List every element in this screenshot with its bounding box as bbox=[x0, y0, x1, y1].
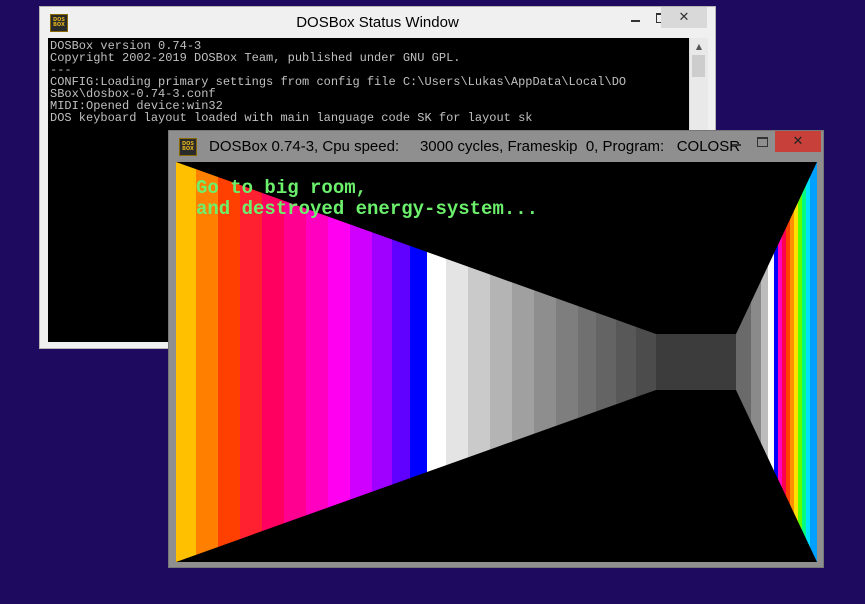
wall-stripe bbox=[782, 227, 786, 497]
wall-stripe bbox=[761, 266, 768, 458]
wall-stripe bbox=[736, 302, 751, 422]
wall-stripe bbox=[350, 224, 372, 500]
wall-stripe bbox=[778, 236, 782, 488]
back-wall bbox=[656, 334, 736, 390]
maximize-icon bbox=[756, 136, 768, 147]
wall-stripe bbox=[284, 200, 306, 524]
wall-stripe bbox=[240, 184, 262, 540]
game-message-line-2: and destroyed energy-system... bbox=[196, 198, 539, 220]
wall-stripe bbox=[372, 232, 392, 492]
wall-stripe bbox=[262, 192, 284, 532]
minimize-button[interactable] bbox=[622, 7, 648, 28]
close-button[interactable]: ✕ bbox=[661, 7, 707, 28]
wall-stripe bbox=[328, 216, 350, 508]
wall-stripe bbox=[578, 306, 596, 418]
wall-stripe bbox=[410, 245, 427, 479]
close-button[interactable]: ✕ bbox=[775, 131, 821, 152]
wall-stripe bbox=[751, 280, 761, 444]
wall-stripe bbox=[218, 177, 240, 547]
wall-stripe bbox=[176, 162, 196, 562]
console-lines: DOSBox version 0.74-3 Copyright 2002-2019… bbox=[50, 40, 626, 124]
wall-stripe bbox=[512, 282, 534, 442]
scroll-up-arrow-icon[interactable]: ▲ bbox=[690, 38, 708, 55]
close-icon: ✕ bbox=[678, 10, 690, 25]
game-viewport[interactable]: Go to big room, and destroyed energy-sys… bbox=[176, 162, 817, 562]
wall-stripe bbox=[306, 208, 328, 516]
game-message-line-1: Go to big room, bbox=[196, 177, 368, 199]
wall-stripe bbox=[427, 251, 446, 473]
wall-stripe bbox=[446, 258, 468, 466]
wall-stripe bbox=[196, 169, 218, 555]
wall-stripe bbox=[596, 312, 616, 412]
wall-stripe bbox=[790, 210, 794, 514]
wall-stripe bbox=[468, 266, 490, 458]
minimize-button[interactable] bbox=[723, 131, 749, 152]
game-message: Go to big room, and destroyed energy-sys… bbox=[196, 178, 538, 220]
dosbox-app-icon: DOS BOX bbox=[179, 138, 197, 156]
wall-stripe bbox=[774, 244, 778, 480]
maximize-button[interactable] bbox=[749, 131, 775, 152]
minimize-icon bbox=[630, 19, 640, 22]
wall-stripe bbox=[798, 193, 802, 531]
wall-stripe bbox=[802, 185, 806, 539]
wall-stripe bbox=[636, 326, 656, 398]
game-window-titlebar[interactable]: DOS BOX DOSBox 0.74-3, Cpu speed: 3000 c… bbox=[169, 131, 823, 161]
wall-stripe bbox=[806, 176, 810, 548]
wall-stripe bbox=[556, 298, 578, 426]
wall-stripe bbox=[392, 239, 410, 485]
wall-stripe bbox=[786, 219, 790, 505]
minimize-icon bbox=[731, 143, 741, 146]
wall-stripe bbox=[768, 253, 774, 471]
status-window-title: DOSBox Status Window bbox=[296, 14, 459, 31]
wall-stripe bbox=[490, 274, 512, 450]
wall-stripe bbox=[534, 290, 556, 434]
wall-stripe bbox=[794, 202, 798, 522]
console-line: Copyright 2002-2019 DOSBox Team, publish… bbox=[50, 51, 461, 65]
game-window: DOS BOX DOSBox 0.74-3, Cpu speed: 3000 c… bbox=[168, 130, 824, 568]
scroll-thumb[interactable] bbox=[692, 55, 705, 77]
close-icon: ✕ bbox=[792, 134, 804, 149]
console-line: DOS keyboard layout loaded with main lan… bbox=[50, 111, 533, 125]
game-window-title: DOSBox 0.74-3, Cpu speed: 3000 cycles, F… bbox=[209, 138, 741, 155]
status-window-titlebar[interactable]: DOS BOX DOSBox Status Window ✕ bbox=[40, 7, 715, 37]
corridor-scene bbox=[176, 162, 817, 562]
wall-stripe bbox=[810, 162, 817, 562]
wall-stripe bbox=[616, 319, 636, 405]
